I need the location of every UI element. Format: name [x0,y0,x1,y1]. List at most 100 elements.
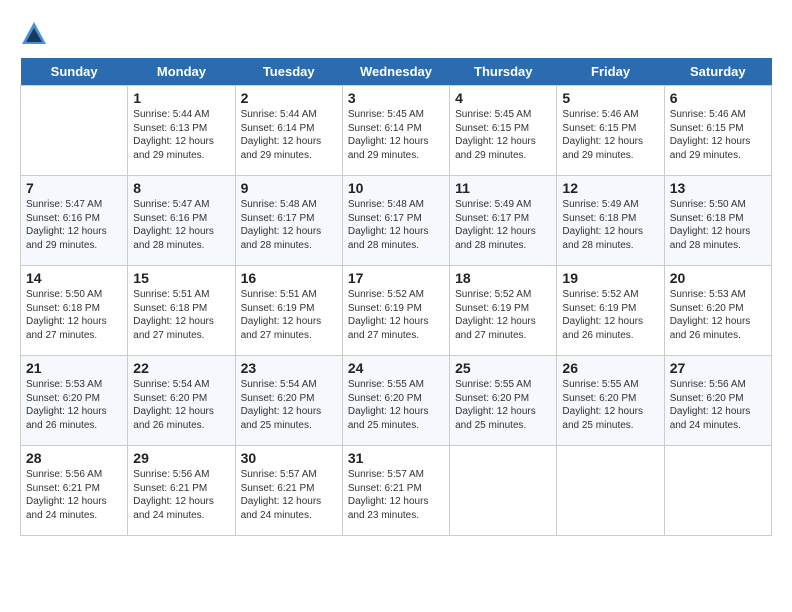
cell-info: Sunrise: 5:44 AMSunset: 6:14 PMDaylight:… [241,108,337,162]
date-number: 8 [133,180,229,196]
week-row-2: 7Sunrise: 5:47 AMSunset: 6:16 PMDaylight… [21,176,772,266]
cell-info: Sunrise: 5:57 AMSunset: 6:21 PMDaylight:… [348,468,444,522]
cell-info: Sunrise: 5:54 AMSunset: 6:20 PMDaylight:… [241,378,337,432]
date-number: 3 [348,90,444,106]
date-number: 29 [133,450,229,466]
calendar-cell: 31Sunrise: 5:57 AMSunset: 6:21 PMDayligh… [342,446,449,536]
calendar-cell: 3 Sunrise: 5:45 AMSunset: 6:14 PMDaylight… [342,86,449,176]
cell-info: Sunrise: 5:57 AMSunset: 6:21 PMDaylight:… [241,468,337,522]
cell-info: Sunrise: 5:53 AMSunset: 6:20 PMDaylight:… [26,378,122,432]
date-number: 2 [241,90,337,106]
cell-info: Sunrise: 5:48 AMSunset: 6:17 PMDaylight:… [348,198,444,252]
page-header [20,20,772,48]
cell-info: Sunrise: 5:52 AMSunset: 6:19 PMDaylight:… [455,288,551,342]
week-row-5: 28Sunrise: 5:56 AMSunset: 6:21 PMDayligh… [21,446,772,536]
date-number: 5 [562,90,658,106]
calendar-cell: 24 Sunrise: 5:55 AMSunset: 6:20 PMDayligh… [342,356,449,446]
calendar-cell: 1 Sunrise: 5:44 AMSunset: 6:13 PMDaylight… [128,86,235,176]
calendar-cell: 8 Sunrise: 5:47 AMSunset: 6:16 PMDaylight… [128,176,235,266]
cell-info: Sunrise: 5:47 AMSunset: 6:16 PMDaylight:… [133,198,229,252]
date-number: 17 [348,270,444,286]
calendar-cell [557,446,664,536]
cell-info: Sunrise: 5:49 AMSunset: 6:18 PMDaylight:… [562,198,658,252]
cell-info: Sunrise: 5:50 AMSunset: 6:18 PMDaylight:… [26,288,122,342]
date-number: 30 [241,450,337,466]
cell-info: Sunrise: 5:52 AMSunset: 6:19 PMDaylight:… [348,288,444,342]
calendar-cell [664,446,771,536]
cell-info: Sunrise: 5:44 AMSunset: 6:13 PMDaylight:… [133,108,229,162]
date-number: 24 [348,360,444,376]
day-header-thursday: Thursday [450,58,557,86]
calendar-cell: 30 Sunrise: 5:57 AMSunset: 6:21 PMDayligh… [235,446,342,536]
date-number: 9 [241,180,337,196]
calendar-cell: 15 Sunrise: 5:51 AMSunset: 6:18 PMDayligh… [128,266,235,356]
calendar-cell: 18 Sunrise: 5:52 AMSunset: 6:19 PMDayligh… [450,266,557,356]
cell-info: Sunrise: 5:46 AMSunset: 6:15 PMDaylight:… [562,108,658,162]
calendar-cell: 2 Sunrise: 5:44 AMSunset: 6:14 PMDaylight… [235,86,342,176]
calendar-cell: 22Sunrise: 5:54 AMSunset: 6:20 PMDayligh… [128,356,235,446]
date-number: 6 [670,90,766,106]
date-number: 14 [26,270,122,286]
date-number: 10 [348,180,444,196]
logo-icon [20,20,48,48]
calendar-cell: 27Sunrise: 5:56 AMSunset: 6:20 PMDayligh… [664,356,771,446]
date-number: 18 [455,270,551,286]
day-header-saturday: Saturday [664,58,771,86]
cell-info: Sunrise: 5:52 AMSunset: 6:19 PMDaylight:… [562,288,658,342]
week-row-4: 21 Sunrise: 5:53 AMSunset: 6:20 PMDayligh… [21,356,772,446]
cell-info: Sunrise: 5:55 AMSunset: 6:20 PMDaylight:… [455,378,551,432]
cell-info: Sunrise: 5:56 AMSunset: 6:21 PMDaylight:… [133,468,229,522]
cell-info: Sunrise: 5:56 AMSunset: 6:20 PMDaylight:… [670,378,766,432]
calendar-cell: 26Sunrise: 5:55 AMSunset: 6:20 PMDayligh… [557,356,664,446]
day-header-friday: Friday [557,58,664,86]
cell-info: Sunrise: 5:56 AMSunset: 6:21 PMDaylight:… [26,468,122,522]
header-row: SundayMondayTuesdayWednesdayThursdayFrid… [21,58,772,86]
date-number: 26 [562,360,658,376]
calendar-cell: 17 Sunrise: 5:52 AMSunset: 6:19 PMDayligh… [342,266,449,356]
cell-info: Sunrise: 5:50 AMSunset: 6:18 PMDaylight:… [670,198,766,252]
date-number: 1 [133,90,229,106]
cell-info: Sunrise: 5:51 AMSunset: 6:18 PMDaylight:… [133,288,229,342]
calendar-cell: 7Sunrise: 5:47 AMSunset: 6:16 PMDaylight… [21,176,128,266]
cell-info: Sunrise: 5:46 AMSunset: 6:15 PMDaylight:… [670,108,766,162]
calendar-cell: 23 Sunrise: 5:54 AMSunset: 6:20 PMDayligh… [235,356,342,446]
calendar-cell: 11Sunrise: 5:49 AMSunset: 6:17 PMDayligh… [450,176,557,266]
date-number: 15 [133,270,229,286]
calendar-table: SundayMondayTuesdayWednesdayThursdayFrid… [20,58,772,536]
calendar-cell: 21 Sunrise: 5:53 AMSunset: 6:20 PMDayligh… [21,356,128,446]
calendar-cell: 20 Sunrise: 5:53 AMSunset: 6:20 PMDayligh… [664,266,771,356]
cell-info: Sunrise: 5:51 AMSunset: 6:19 PMDaylight:… [241,288,337,342]
date-number: 12 [562,180,658,196]
calendar-cell: 13 Sunrise: 5:50 AMSunset: 6:18 PMDayligh… [664,176,771,266]
date-number: 11 [455,180,551,196]
calendar-cell: 5 Sunrise: 5:46 AMSunset: 6:15 PMDaylight… [557,86,664,176]
date-number: 23 [241,360,337,376]
cell-info: Sunrise: 5:45 AMSunset: 6:15 PMDaylight:… [455,108,551,162]
week-row-3: 14 Sunrise: 5:50 AMSunset: 6:18 PMDayligh… [21,266,772,356]
date-number: 13 [670,180,766,196]
day-header-sunday: Sunday [21,58,128,86]
calendar-cell: 9 Sunrise: 5:48 AMSunset: 6:17 PMDaylight… [235,176,342,266]
calendar-cell: 14 Sunrise: 5:50 AMSunset: 6:18 PMDayligh… [21,266,128,356]
calendar-cell: 25Sunrise: 5:55 AMSunset: 6:20 PMDayligh… [450,356,557,446]
cell-info: Sunrise: 5:48 AMSunset: 6:17 PMDaylight:… [241,198,337,252]
date-number: 22 [133,360,229,376]
day-header-monday: Monday [128,58,235,86]
logo [20,20,52,48]
cell-info: Sunrise: 5:53 AMSunset: 6:20 PMDaylight:… [670,288,766,342]
week-row-1: 1 Sunrise: 5:44 AMSunset: 6:13 PMDaylight… [21,86,772,176]
calendar-cell: 10 Sunrise: 5:48 AMSunset: 6:17 PMDayligh… [342,176,449,266]
calendar-cell: 6 Sunrise: 5:46 AMSunset: 6:15 PMDaylight… [664,86,771,176]
day-header-wednesday: Wednesday [342,58,449,86]
day-header-tuesday: Tuesday [235,58,342,86]
cell-info: Sunrise: 5:45 AMSunset: 6:14 PMDaylight:… [348,108,444,162]
date-number: 19 [562,270,658,286]
calendar-cell: 19 Sunrise: 5:52 AMSunset: 6:19 PMDayligh… [557,266,664,356]
date-number: 20 [670,270,766,286]
calendar-cell: 12 Sunrise: 5:49 AMSunset: 6:18 PMDayligh… [557,176,664,266]
calendar-cell: 16 Sunrise: 5:51 AMSunset: 6:19 PMDayligh… [235,266,342,356]
cell-info: Sunrise: 5:55 AMSunset: 6:20 PMDaylight:… [348,378,444,432]
date-number: 4 [455,90,551,106]
date-number: 16 [241,270,337,286]
date-number: 21 [26,360,122,376]
